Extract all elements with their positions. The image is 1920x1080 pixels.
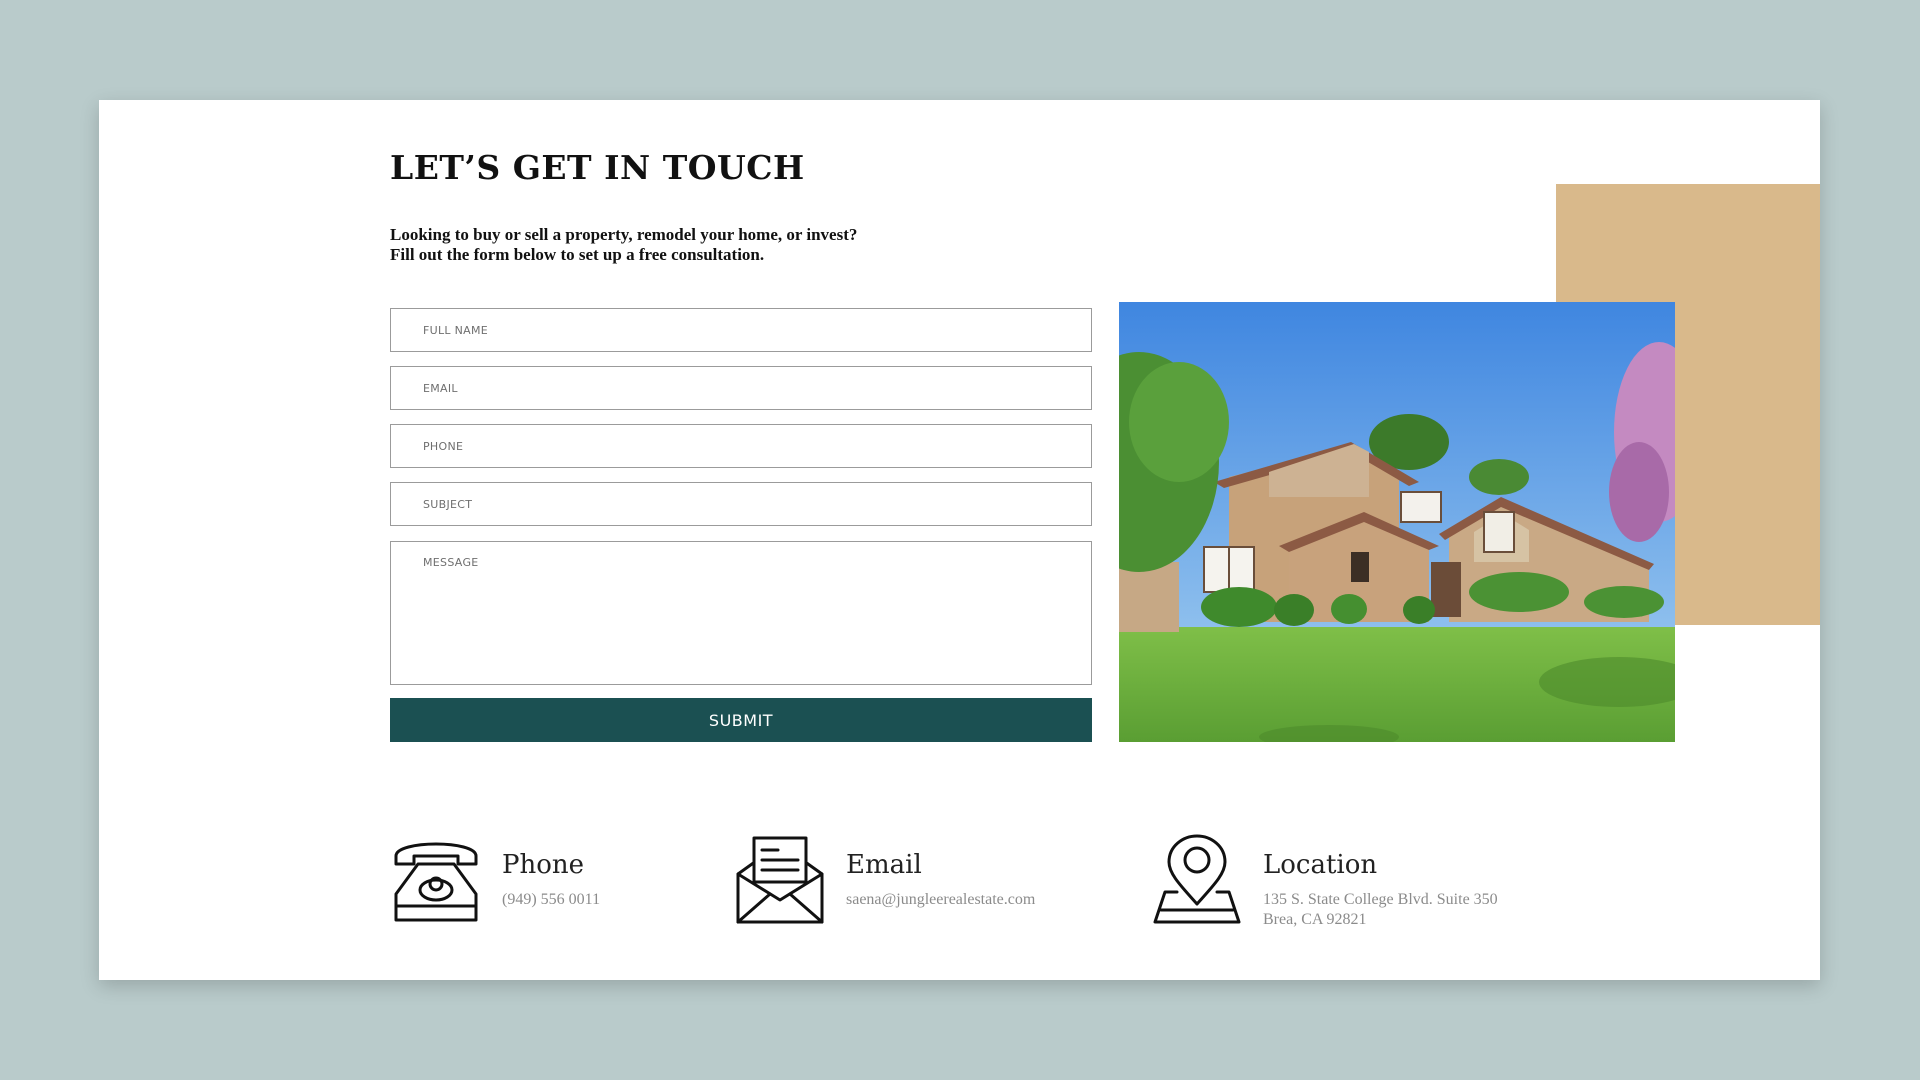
phone-label: Phone [502, 850, 585, 880]
email-input[interactable] [390, 366, 1092, 410]
email-value[interactable]: saena@jungleerealestate.com [846, 890, 1035, 910]
full-name-input[interactable] [390, 308, 1092, 352]
intro-line-2: Fill out the form below to set up a free… [390, 245, 765, 264]
subject-input[interactable] [390, 482, 1092, 526]
location-label: Location [1263, 850, 1378, 880]
submit-button[interactable]: SUBMIT [390, 698, 1092, 742]
location-value[interactable]: 135 S. State College Blvd. Suite 350 Bre… [1263, 890, 1498, 930]
map-pin-icon [1153, 834, 1241, 924]
intro-text: Looking to buy or sell a property, remod… [390, 225, 857, 265]
phone-input[interactable] [390, 424, 1092, 468]
intro-line-1: Looking to buy or sell a property, remod… [390, 225, 858, 244]
phone-value[interactable]: (949) 556 0011 [502, 890, 600, 910]
address-line-2: Brea, CA 92821 [1263, 911, 1367, 928]
email-label: Email [846, 850, 922, 880]
address-line-1: 135 S. State College Blvd. Suite 350 [1263, 891, 1498, 908]
telephone-icon [394, 842, 478, 922]
envelope-icon [736, 836, 824, 924]
house-photo [1119, 302, 1675, 742]
message-textarea[interactable] [390, 541, 1092, 685]
page-title: LET’S GET IN TOUCH [390, 148, 805, 187]
